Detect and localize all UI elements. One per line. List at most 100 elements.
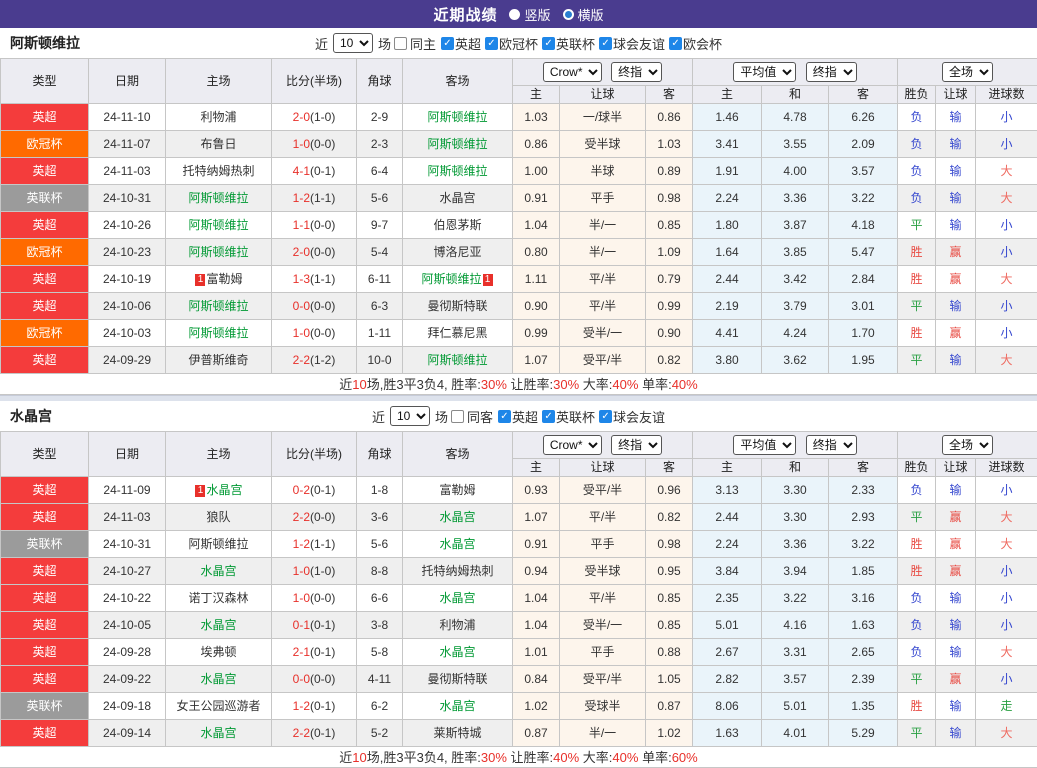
- away-team-cell: 阿斯顿维拉: [403, 131, 513, 158]
- avg-odds-cell: 5.01: [693, 612, 762, 639]
- avg-select[interactable]: 平均值: [733, 62, 796, 82]
- odds-cell: 0.90: [513, 293, 560, 320]
- odds-company-select[interactable]: Crow*: [543, 62, 602, 82]
- away-team-name[interactable]: 阿斯顿维拉: [427, 110, 487, 124]
- radio-vertical[interactable]: 竖版: [509, 5, 550, 24]
- avg-odds-cell: 3.57: [829, 158, 898, 185]
- home-team-name[interactable]: 水晶宫: [200, 726, 236, 740]
- away-team-name[interactable]: 富勒姆: [439, 483, 475, 497]
- checkbox-checked-icon[interactable]: ✓: [542, 37, 555, 50]
- home-team-name[interactable]: 埃弗顿: [200, 645, 236, 659]
- away-team-name[interactable]: 水晶宫: [439, 537, 475, 551]
- summary-segment: 40%: [612, 377, 638, 392]
- away-team-name[interactable]: 阿斯顿维拉: [421, 272, 481, 286]
- away-team-name[interactable]: 托特纳姆热刺: [421, 564, 493, 578]
- checkbox-checked-icon[interactable]: ✓: [498, 410, 511, 423]
- home-team-name[interactable]: 水晶宫: [206, 483, 242, 497]
- away-team-name[interactable]: 曼彻斯特联: [427, 672, 487, 686]
- checkbox-checked-icon[interactable]: ✓: [485, 37, 498, 50]
- result-cell: 小: [976, 239, 1037, 266]
- league-badge: 英超: [1, 477, 88, 503]
- radio-selected-icon[interactable]: [509, 9, 520, 20]
- away-team-name[interactable]: 博洛尼亚: [433, 245, 481, 259]
- away-team-name[interactable]: 水晶宫: [439, 645, 475, 659]
- avg-final-select[interactable]: 终指: [806, 62, 857, 82]
- avg-odds-cell: 1.64: [693, 239, 762, 266]
- checkbox-checked-icon[interactable]: ✓: [669, 37, 682, 50]
- home-team-name[interactable]: 阿斯顿维拉: [188, 218, 248, 232]
- away-team-name[interactable]: 曼彻斯特联: [427, 299, 487, 313]
- league-badge: 英超: [1, 347, 88, 373]
- home-team-name[interactable]: 水晶宫: [200, 672, 236, 686]
- away-team-name[interactable]: 水晶宫: [439, 191, 475, 205]
- checkbox-checked-icon[interactable]: ✓: [441, 37, 454, 50]
- avg-final-select[interactable]: 终指: [806, 435, 857, 455]
- result-cell: 输: [936, 347, 976, 374]
- home-team-name[interactable]: 阿斯顿维拉: [188, 326, 248, 340]
- odds-final-select[interactable]: 终指: [611, 62, 662, 82]
- league-filter[interactable]: ✓球会友谊: [599, 34, 665, 53]
- league-filter[interactable]: ✓英联杯: [542, 407, 595, 426]
- score-cell: 1-0(1-0): [272, 558, 357, 585]
- avg-odds-cell: 2.24: [693, 185, 762, 212]
- scope-select[interactable]: 全场: [942, 62, 993, 82]
- result-cell: 输: [936, 104, 976, 131]
- result-cell: 胜: [898, 239, 936, 266]
- match-row: 英超24-10-22诺丁汉森林1-0(0-0)6-6水晶宫1.04平/半0.85…: [1, 585, 1037, 612]
- same-venue-checkbox[interactable]: [451, 410, 464, 423]
- league-filter[interactable]: ✓欧冠杯: [485, 34, 538, 53]
- home-team-name[interactable]: 阿斯顿维拉: [188, 299, 248, 313]
- checkbox-checked-icon[interactable]: ✓: [599, 37, 612, 50]
- avg-odds-cell: 4.78: [762, 104, 829, 131]
- home-team-name[interactable]: 水晶宫: [200, 564, 236, 578]
- home-team-name[interactable]: 水晶宫: [200, 618, 236, 632]
- home-team-name[interactable]: 阿斯顿维拉: [188, 191, 248, 205]
- home-team-name[interactable]: 女王公园巡游者: [176, 699, 260, 713]
- away-team-name[interactable]: 水晶宫: [439, 591, 475, 605]
- home-team-name[interactable]: 阿斯顿维拉: [188, 537, 248, 551]
- odds-final-select[interactable]: 终指: [611, 435, 662, 455]
- result-cell: 赢: [936, 666, 976, 693]
- home-team-name[interactable]: 利物浦: [200, 110, 236, 124]
- home-team-name[interactable]: 布鲁日: [200, 137, 236, 151]
- league-filter[interactable]: ✓球会友谊: [599, 407, 665, 426]
- avg-odds-cell: 2.67: [693, 639, 762, 666]
- col-type: 类型: [1, 59, 89, 104]
- league-cell: 英超: [1, 720, 89, 747]
- away-team-name[interactable]: 拜仁慕尼黑: [427, 326, 487, 340]
- odds-company-select[interactable]: Crow*: [543, 435, 602, 455]
- scope-select[interactable]: 全场: [942, 435, 993, 455]
- home-team-name[interactable]: 阿斯顿维拉: [188, 245, 248, 259]
- near-label: 近: [315, 34, 328, 53]
- home-team-name[interactable]: 富勒姆: [206, 272, 242, 286]
- odds-cell: 半/一: [560, 239, 646, 266]
- match-count-select[interactable]: 10: [390, 406, 430, 426]
- team-name: 阿斯顿维拉: [10, 33, 80, 53]
- checkbox-checked-icon[interactable]: ✓: [599, 410, 612, 423]
- same-venue-checkbox[interactable]: [394, 37, 407, 50]
- checkbox-checked-icon[interactable]: ✓: [542, 410, 555, 423]
- away-team-name[interactable]: 莱斯特城: [433, 726, 481, 740]
- result-cell: 输: [936, 477, 976, 504]
- away-team-name[interactable]: 利物浦: [439, 618, 475, 632]
- radio-horizontal[interactable]: 横版: [563, 5, 604, 24]
- league-filter[interactable]: ✓欧会杯: [669, 34, 722, 53]
- away-team-name[interactable]: 水晶宫: [439, 510, 475, 524]
- home-team-name[interactable]: 狼队: [206, 510, 230, 524]
- match-count-select[interactable]: 10: [333, 33, 373, 53]
- home-team-name[interactable]: 诺丁汉森林: [188, 591, 248, 605]
- radio-unselected-icon[interactable]: [563, 9, 574, 20]
- home-team-name[interactable]: 托特纳姆热刺: [182, 164, 254, 178]
- away-team-name[interactable]: 水晶宫: [439, 699, 475, 713]
- league-filter[interactable]: ✓英超: [498, 407, 538, 426]
- avg-select[interactable]: 平均值: [733, 435, 796, 455]
- away-team-name[interactable]: 阿斯顿维拉: [427, 164, 487, 178]
- league-badge: 英联杯: [1, 531, 88, 557]
- league-filter[interactable]: ✓英联杯: [542, 34, 595, 53]
- away-team-name[interactable]: 阿斯顿维拉: [427, 353, 487, 367]
- away-team-name[interactable]: 伯恩茅斯: [433, 218, 481, 232]
- league-filter[interactable]: ✓英超: [441, 34, 481, 53]
- away-team-name[interactable]: 阿斯顿维拉: [427, 137, 487, 151]
- home-team-name[interactable]: 伊普斯维奇: [188, 353, 248, 367]
- result-cell: 平: [898, 720, 936, 747]
